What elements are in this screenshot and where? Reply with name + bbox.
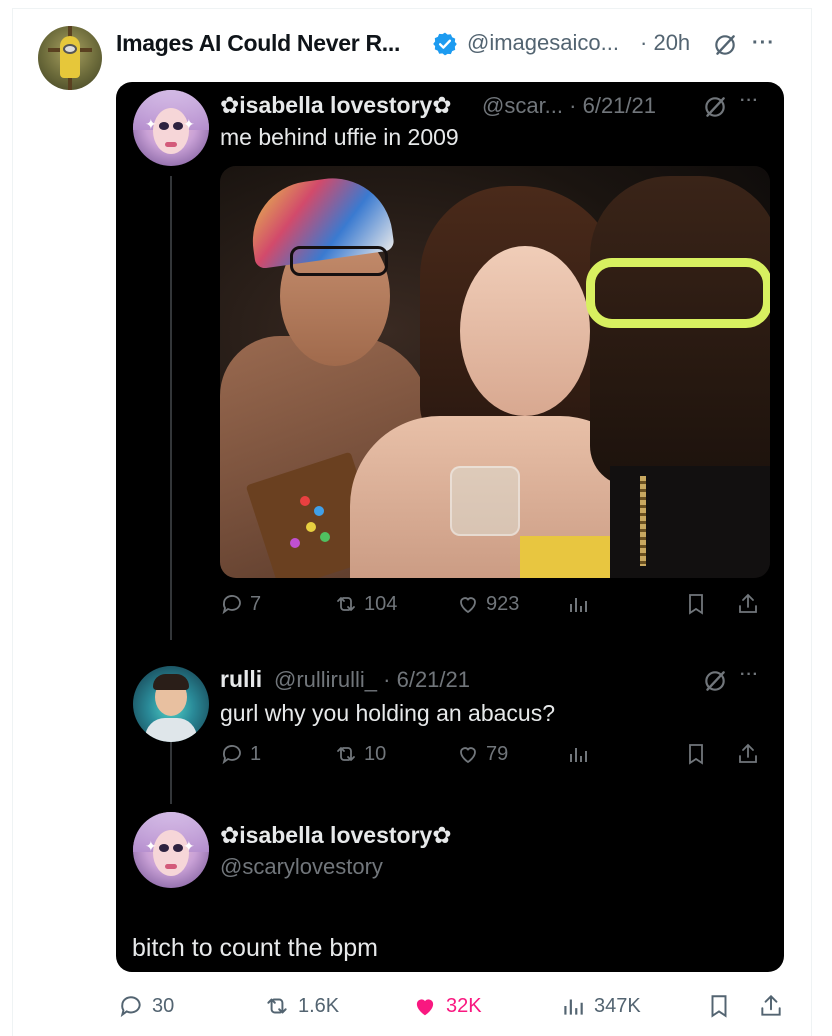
tweet3-handle: @scarylovestory — [220, 854, 383, 879]
repost-icon — [267, 998, 287, 1014]
views-button[interactable]: 347K — [560, 993, 641, 1019]
isabella-avatar: ✦ ✦ — [133, 812, 209, 888]
reply-stat: 7 — [220, 592, 261, 616]
heart-filled-icon — [416, 999, 434, 1016]
views-icon — [570, 748, 587, 762]
verified-badge-icon — [433, 32, 457, 56]
heart-icon — [460, 747, 476, 764]
thread-line — [170, 176, 172, 640]
tweet1-text: me behind uffie in 2009 — [220, 124, 459, 150]
reply-icon — [222, 745, 241, 765]
author-name[interactable]: Images AI Could Never R... — [116, 30, 400, 57]
more-options-icon: ··· — [740, 666, 759, 683]
reply-icon — [222, 595, 241, 615]
tweet2-stats: 1 10 79 — [220, 742, 770, 772]
views-icon — [564, 999, 583, 1015]
author-avatar[interactable] — [38, 26, 102, 90]
grok-icon[interactable] — [712, 32, 738, 58]
reply-stat: 1 — [220, 742, 261, 766]
embedded-screenshot: ✦ ✦ ✿isabella lovestory✿ @scar... · 6/21/… — [116, 82, 784, 972]
repost-stat: 104 — [334, 592, 397, 616]
bookmark-icon — [689, 744, 703, 765]
like-button[interactable]: 32K — [412, 993, 482, 1019]
bookmark-icon[interactable] — [706, 993, 732, 1019]
isabella-avatar: ✦ ✦ — [133, 90, 209, 166]
reply-button[interactable]: 30 — [118, 993, 174, 1019]
rulli-avatar — [133, 666, 209, 742]
tweet2-text: gurl why you holding an abacus? — [220, 700, 556, 726]
tweet2-meta: @rullirulli_ · 6/21/21 — [274, 667, 470, 692]
like-stat: 923 — [456, 592, 519, 616]
tweet1-name: ✿isabella lovestory✿ — [220, 92, 452, 118]
heart-icon — [460, 597, 476, 614]
post-time[interactable]: · 20h — [640, 30, 690, 56]
views-icon — [570, 598, 587, 612]
tweet3-text: bitch to count the bpm — [132, 934, 378, 962]
more-options-icon: ··· — [740, 92, 759, 109]
tweet2-name: rulli — [220, 666, 263, 692]
repost-icon — [337, 747, 355, 761]
repost-button[interactable]: 1.6K — [264, 993, 339, 1019]
thread-line — [170, 742, 172, 804]
bookmark-icon — [689, 594, 703, 615]
grok-icon — [705, 97, 725, 117]
repost-stat: 10 — [334, 742, 386, 766]
tweet1-stats: 7 104 923 — [220, 592, 770, 622]
share-icon — [739, 593, 757, 613]
more-options-icon[interactable]: ··· — [752, 32, 775, 55]
tweet1-photo — [220, 166, 770, 578]
reply-icon — [120, 996, 141, 1018]
share-icon — [739, 743, 757, 763]
share-icon[interactable] — [758, 993, 784, 1019]
like-stat: 79 — [456, 742, 508, 766]
tweet1-meta: @scar... · 6/21/21 — [482, 93, 656, 118]
tweet3-name: ✿isabella lovestory✿ — [220, 822, 452, 848]
author-handle[interactable]: @imagesaico... — [467, 30, 619, 56]
repost-icon — [337, 597, 355, 611]
grok-icon — [705, 671, 725, 691]
